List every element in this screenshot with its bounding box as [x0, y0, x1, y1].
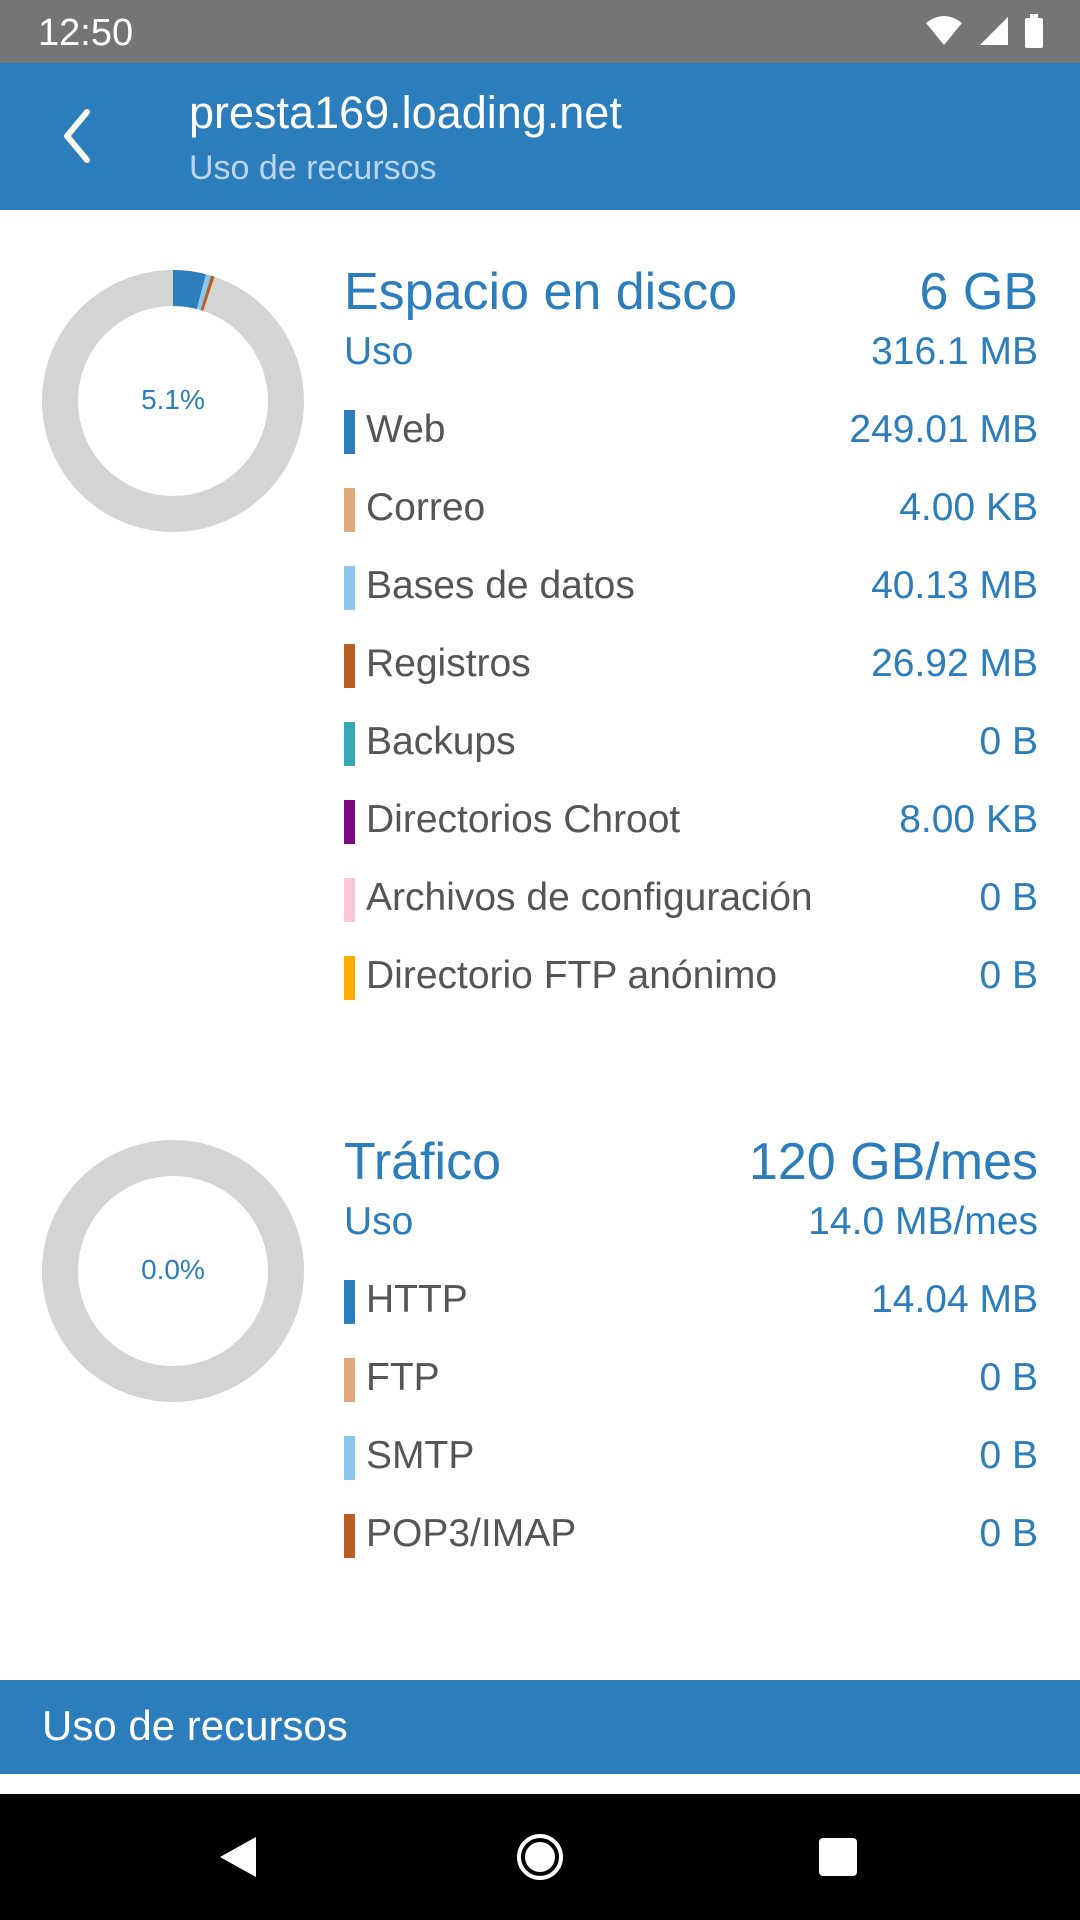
- traffic-total: 120 GB/mes: [748, 1133, 1038, 1191]
- item-value: 0 B: [979, 1356, 1038, 1399]
- legend-swatch: [344, 488, 355, 532]
- list-item: Correo 4.00 KB: [344, 476, 1038, 554]
- bottom-section-bar[interactable]: Uso de recursos: [0, 1680, 1080, 1774]
- list-item: HTTP 14.04 MB: [344, 1268, 1038, 1346]
- app-title: presta169.loading.net: [189, 87, 622, 138]
- app-bar: presta169.loading.net Uso de recursos: [0, 63, 1080, 210]
- list-item: Directorio FTP anónimo 0 B: [344, 944, 1038, 1022]
- item-value: 0 B: [979, 876, 1038, 919]
- traffic-info: Tráfico 120 GB/mes Uso 14.0 MB/mes HTTP …: [344, 1132, 1038, 1580]
- legend-swatch: [344, 1358, 355, 1402]
- signal-icon: [980, 17, 1008, 45]
- list-item: POP3/IMAP 0 B: [344, 1502, 1038, 1580]
- back-button[interactable]: [46, 101, 106, 171]
- legend-swatch: [344, 956, 355, 1000]
- traffic-title: Tráfico: [344, 1133, 501, 1191]
- item-value: 8.00 KB: [899, 798, 1038, 841]
- item-label: Directorio FTP anónimo: [366, 954, 778, 997]
- navigation-bar: [0, 1794, 1080, 1920]
- nav-recents-button[interactable]: [805, 1824, 871, 1890]
- item-label: Archivos de configuración: [366, 876, 813, 919]
- wifi-icon: [926, 16, 962, 45]
- traffic-use-value: 14.0 MB/mes: [808, 1200, 1038, 1243]
- item-label: HTTP: [366, 1278, 468, 1321]
- list-item: Bases de datos 40.13 MB: [344, 554, 1038, 632]
- disk-info: Espacio en disco 6 GB Uso 316.1 MB Web 2…: [344, 262, 1038, 1022]
- legend-swatch: [344, 644, 355, 688]
- item-label: POP3/IMAP: [366, 1512, 577, 1555]
- item-label: Web: [366, 408, 446, 451]
- list-item: FTP 0 B: [344, 1346, 1038, 1424]
- list-item: Web 249.01 MB: [344, 398, 1038, 476]
- item-value: 0 B: [979, 954, 1038, 997]
- list-item: Directorios Chroot 8.00 KB: [344, 788, 1038, 866]
- item-value: 26.92 MB: [871, 642, 1038, 685]
- legend-swatch: [344, 722, 355, 766]
- item-value: 14.04 MB: [871, 1278, 1038, 1321]
- disk-use-value: 316.1 MB: [871, 330, 1038, 373]
- legend-swatch: [344, 878, 355, 922]
- disk-title: Espacio en disco: [344, 263, 738, 321]
- list-item: Backups 0 B: [344, 710, 1038, 788]
- circle-home-icon: [517, 1834, 563, 1880]
- square-recents-icon: [819, 1838, 857, 1876]
- list-item: Registros 26.92 MB: [344, 632, 1038, 710]
- item-label: SMTP: [366, 1434, 475, 1477]
- legend-swatch: [344, 410, 355, 454]
- item-value: 40.13 MB: [871, 564, 1038, 607]
- triangle-back-icon: [220, 1837, 256, 1877]
- item-label: Backups: [366, 720, 516, 763]
- status-time: 12:50: [38, 12, 134, 54]
- traffic-donut-chart: 0.0%: [42, 1140, 304, 1402]
- chevron-left-icon: [64, 109, 90, 163]
- disk-percent-label: 5.1%: [141, 384, 205, 415]
- battery-icon: [1025, 14, 1043, 48]
- disk-use-label: Uso: [344, 330, 414, 373]
- list-item: SMTP 0 B: [344, 1424, 1038, 1502]
- legend-swatch: [344, 566, 355, 610]
- item-label: Bases de datos: [366, 564, 635, 607]
- item-value: 0 B: [979, 1512, 1038, 1555]
- app-subtitle: Uso de recursos: [189, 149, 437, 187]
- status-icons: [924, 14, 1044, 48]
- item-value: 0 B: [979, 720, 1038, 763]
- traffic-percent-label: 0.0%: [141, 1254, 205, 1285]
- item-label: Correo: [366, 486, 486, 529]
- item-value: 4.00 KB: [899, 486, 1038, 529]
- legend-swatch: [344, 1280, 355, 1324]
- legend-swatch: [344, 1514, 355, 1558]
- list-item: Archivos de configuración 0 B: [344, 866, 1038, 944]
- item-value: 249.01 MB: [849, 408, 1038, 451]
- item-label: Registros: [366, 642, 531, 685]
- status-bar: 12:50: [0, 0, 1080, 63]
- disk-donut-chart: 5.1%: [42, 270, 304, 532]
- item-label: FTP: [366, 1356, 440, 1399]
- item-label: Directorios Chroot: [366, 798, 681, 841]
- legend-swatch: [344, 1436, 355, 1480]
- nav-back-button[interactable]: [205, 1824, 271, 1890]
- traffic-use-label: Uso: [344, 1200, 414, 1243]
- nav-home-button[interactable]: [507, 1824, 573, 1890]
- legend-swatch: [344, 800, 355, 844]
- bottom-bar-title: Uso de recursos: [42, 1702, 348, 1749]
- disk-total: 6 GB: [919, 263, 1039, 321]
- item-value: 0 B: [979, 1434, 1038, 1477]
